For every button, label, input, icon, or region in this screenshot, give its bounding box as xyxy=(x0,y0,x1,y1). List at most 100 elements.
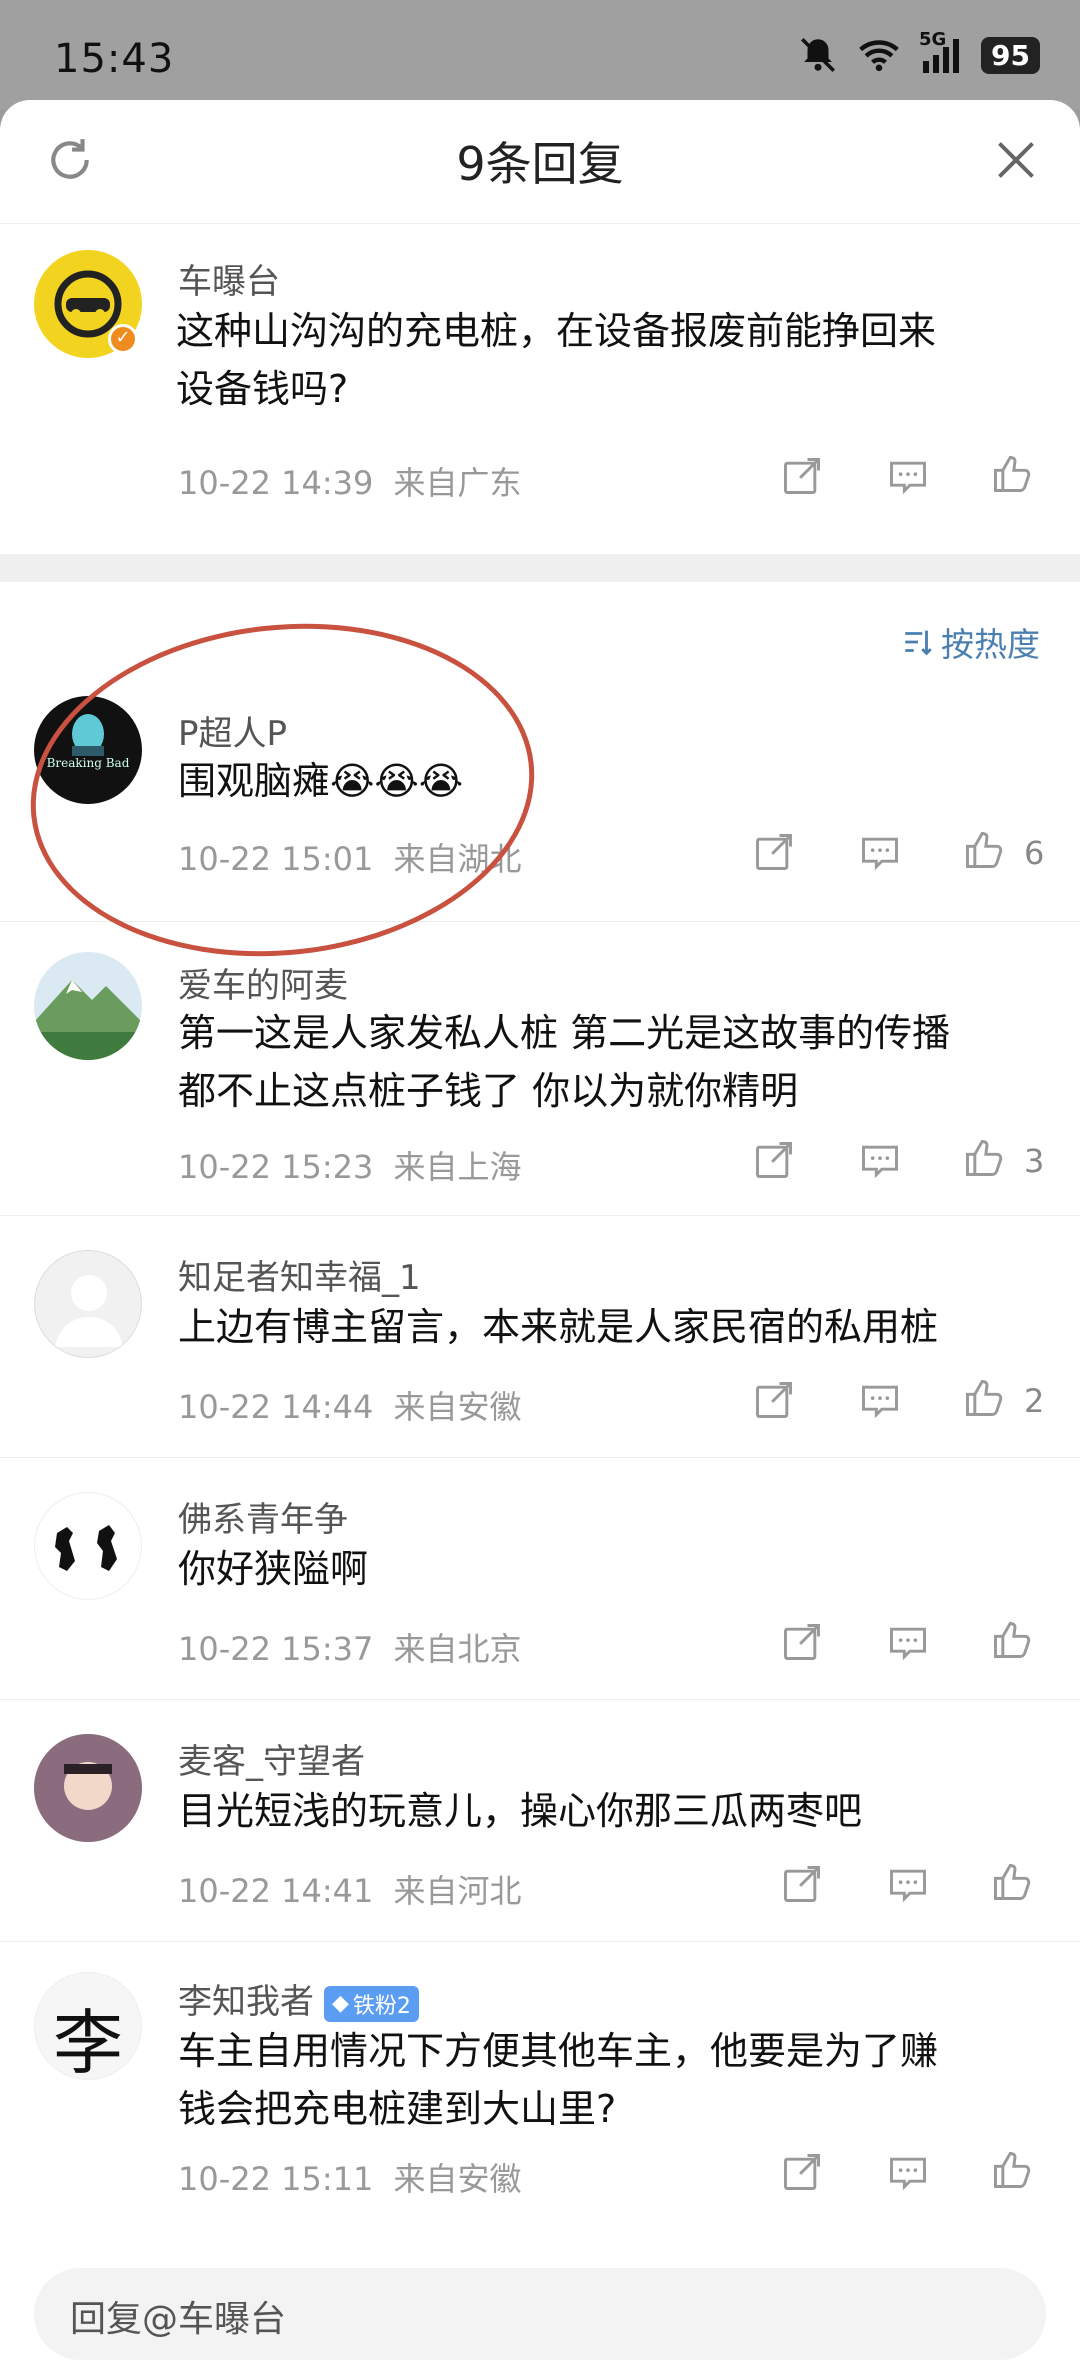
comment-text: 上边有博主留言，本来就是人家民宿的私用桩 xyxy=(178,1305,939,1349)
signal-indicator: 5G xyxy=(919,29,963,75)
page-title: 9条回复 xyxy=(456,137,624,191)
ink-figures-avatar-icon xyxy=(55,1525,117,1571)
battery-indicator: 95 xyxy=(981,36,1040,74)
comment-text: 你好狭隘啊 xyxy=(178,1547,369,1591)
section-divider xyxy=(0,554,1080,582)
avatar[interactable]: 李 xyxy=(34,1972,142,2080)
reply-sheet: 9条回复 ✓ 车曝台 这种山沟沟的充电桩，在设备报废前能挣回来 设备钱吗? 10… xyxy=(0,100,1080,2376)
comment-line: 第一这是人家发私人桩 第二光是这故事的传播 xyxy=(178,1011,951,1055)
comment-line: 这种山沟沟的充电桩，在设备报废前能挣回来 xyxy=(176,309,937,353)
mute-bell-icon xyxy=(801,38,836,72)
comment-meta: 10-22 15:23 来自上海 xyxy=(178,1142,522,1188)
like-count: 2 xyxy=(1024,1382,1045,1420)
like-icon[interactable] xyxy=(990,1618,1034,1662)
signal-icon xyxy=(923,39,960,73)
comment-icon[interactable] xyxy=(886,2150,930,2194)
fan-badge-label: 铁粉2 xyxy=(352,1993,411,2019)
share-icon[interactable] xyxy=(780,454,824,498)
comment-text: 这种山沟沟的充电桩，在设备报废前能挣回来 设备钱吗? xyxy=(176,302,936,418)
comment-icon[interactable] xyxy=(886,1862,930,1906)
wifi-icon xyxy=(859,40,899,72)
sort-icon xyxy=(905,630,932,656)
comment-location: 来自广东 xyxy=(393,464,522,502)
reply-input[interactable]: 回复@车曝台 xyxy=(34,2268,1046,2360)
list-item: 李 李知我者 ◆ 铁粉2 车主自用情况下方便其他车主，他要是为了赚 钱会把充电桩建到… xyxy=(0,1942,1080,2232)
comment-meta: 10-22 14:39 来自广东 xyxy=(178,458,522,504)
comment-meta: 10-22 15:11 来自安徽 xyxy=(178,2154,522,2200)
like-count: 6 xyxy=(1024,834,1045,872)
list-item: 知足者知幸福_1 上边有博主留言，本来就是人家民宿的私用桩 10-22 14:4… xyxy=(0,1216,1080,1458)
comment-time: 10-22 14:41 xyxy=(178,1872,374,1910)
like-icon[interactable] xyxy=(990,1860,1034,1904)
like-icon[interactable] xyxy=(962,1376,1006,1420)
like-icon[interactable] xyxy=(990,2148,1034,2192)
diamond-icon: ◆ xyxy=(332,1991,349,2016)
close-icon xyxy=(998,142,1034,178)
comment-text: 第一这是人家发私人桩 第二光是这故事的传播 都不止这点桩子钱了 你以为就你精明 xyxy=(178,1004,950,1120)
status-time: 15:43 xyxy=(54,36,175,82)
verified-badge-icon: ✓ xyxy=(108,324,138,354)
comment-line: 设备钱吗? xyxy=(176,367,349,411)
share-icon[interactable] xyxy=(780,2150,824,2194)
username[interactable]: 车曝台 xyxy=(178,254,280,303)
like-icon[interactable] xyxy=(990,452,1034,496)
mountain-avatar-icon xyxy=(34,980,142,1060)
close-button[interactable] xyxy=(986,130,1046,190)
list-item: 爱车的阿麦 第一这是人家发私人桩 第二光是这故事的传播 都不止这点桩子钱了 你以… xyxy=(0,922,1080,1216)
status-icons: 5G 95 xyxy=(797,29,1040,76)
comment-icon[interactable] xyxy=(858,830,902,874)
avatar[interactable] xyxy=(34,952,142,1060)
comment-time: 10-22 15:23 xyxy=(178,1148,374,1186)
comment-location: 来自北京 xyxy=(393,1630,522,1668)
comment-time: 10-22 15:11 xyxy=(178,2160,374,2198)
default-user-icon xyxy=(55,1275,123,1347)
comment-text: 车主自用情况下方便其他车主，他要是为了赚 钱会把充电桩建到大山里? xyxy=(178,2022,938,2138)
username[interactable]: 爱车的阿麦 xyxy=(178,958,348,1007)
main-comment: ✓ 车曝台 这种山沟沟的充电桩，在设备报废前能挣回来 设备钱吗? 10-22 1… xyxy=(0,224,1080,554)
share-icon[interactable] xyxy=(780,1620,824,1664)
username[interactable]: 知足者知幸福_1 xyxy=(178,1250,421,1299)
comment-location: 来自安徽 xyxy=(393,1388,522,1426)
username[interactable]: 麦客_守望者 xyxy=(178,1734,365,1783)
username[interactable]: 佛系青年争 xyxy=(178,1492,348,1541)
username-text: 李知我者 xyxy=(178,1982,314,2022)
comment-line: 钱会把充电桩建到大山里? xyxy=(178,2087,617,2131)
fan-badge: ◆ 铁粉2 xyxy=(324,1985,419,2022)
avatar[interactable] xyxy=(34,1492,142,1600)
comment-icon[interactable] xyxy=(886,1620,930,1664)
share-icon[interactable] xyxy=(752,1378,796,1422)
comment-time: 10-22 15:37 xyxy=(178,1630,374,1668)
share-icon[interactable] xyxy=(752,830,796,874)
comment-icon[interactable] xyxy=(886,454,930,498)
comment-line: 都不止这点桩子钱了 你以为就你精明 xyxy=(178,1069,799,1113)
like-count: 3 xyxy=(1024,1142,1045,1180)
photo-avatar-icon xyxy=(34,1734,142,1842)
avatar-calligraphy: 李 xyxy=(53,2002,123,2080)
share-icon[interactable] xyxy=(780,1862,824,1906)
username[interactable]: 李知我者 ◆ 铁粉2 xyxy=(178,1974,419,2023)
like-icon[interactable] xyxy=(962,1136,1006,1180)
comment-time: 10-22 14:44 xyxy=(178,1388,374,1426)
comment-location: 来自河北 xyxy=(393,1872,522,1910)
comment-time: 10-22 14:39 xyxy=(178,464,374,502)
avatar[interactable] xyxy=(34,1734,142,1842)
comment-icon[interactable] xyxy=(858,1378,902,1422)
comment-line: 车主自用情况下方便其他车主，他要是为了赚 xyxy=(178,2029,939,2073)
list-item: 麦客_守望者 目光短浅的玩意儿，操心你那三瓜两枣吧 10-22 14:41 来自… xyxy=(0,1700,1080,1942)
comment-meta: 10-22 15:37 来自北京 xyxy=(178,1624,522,1670)
share-icon[interactable] xyxy=(752,1138,796,1182)
comment-meta: 10-22 14:41 来自河北 xyxy=(178,1866,522,1912)
sort-label: 按热度 xyxy=(941,625,1040,664)
comment-location: 来自上海 xyxy=(393,1148,522,1186)
status-bar: 15:43 5G 95 xyxy=(0,0,1080,110)
reply-input-placeholder: 回复@车曝台 xyxy=(70,2299,287,2340)
comment-text: 目光短浅的玩意儿，操心你那三瓜两枣吧 xyxy=(178,1789,863,1833)
comment-meta: 10-22 14:44 来自安徽 xyxy=(178,1382,522,1428)
sheet-header: 9条回复 xyxy=(0,100,1080,224)
comment-location: 来自安徽 xyxy=(393,2160,522,2198)
like-icon[interactable] xyxy=(962,828,1006,872)
avatar[interactable] xyxy=(34,1250,142,1358)
sort-button[interactable]: 按热度 xyxy=(901,618,1040,666)
list-item: 佛系青年争 你好狭隘啊 10-22 15:37 来自北京 xyxy=(0,1458,1080,1700)
comment-icon[interactable] xyxy=(858,1138,902,1182)
